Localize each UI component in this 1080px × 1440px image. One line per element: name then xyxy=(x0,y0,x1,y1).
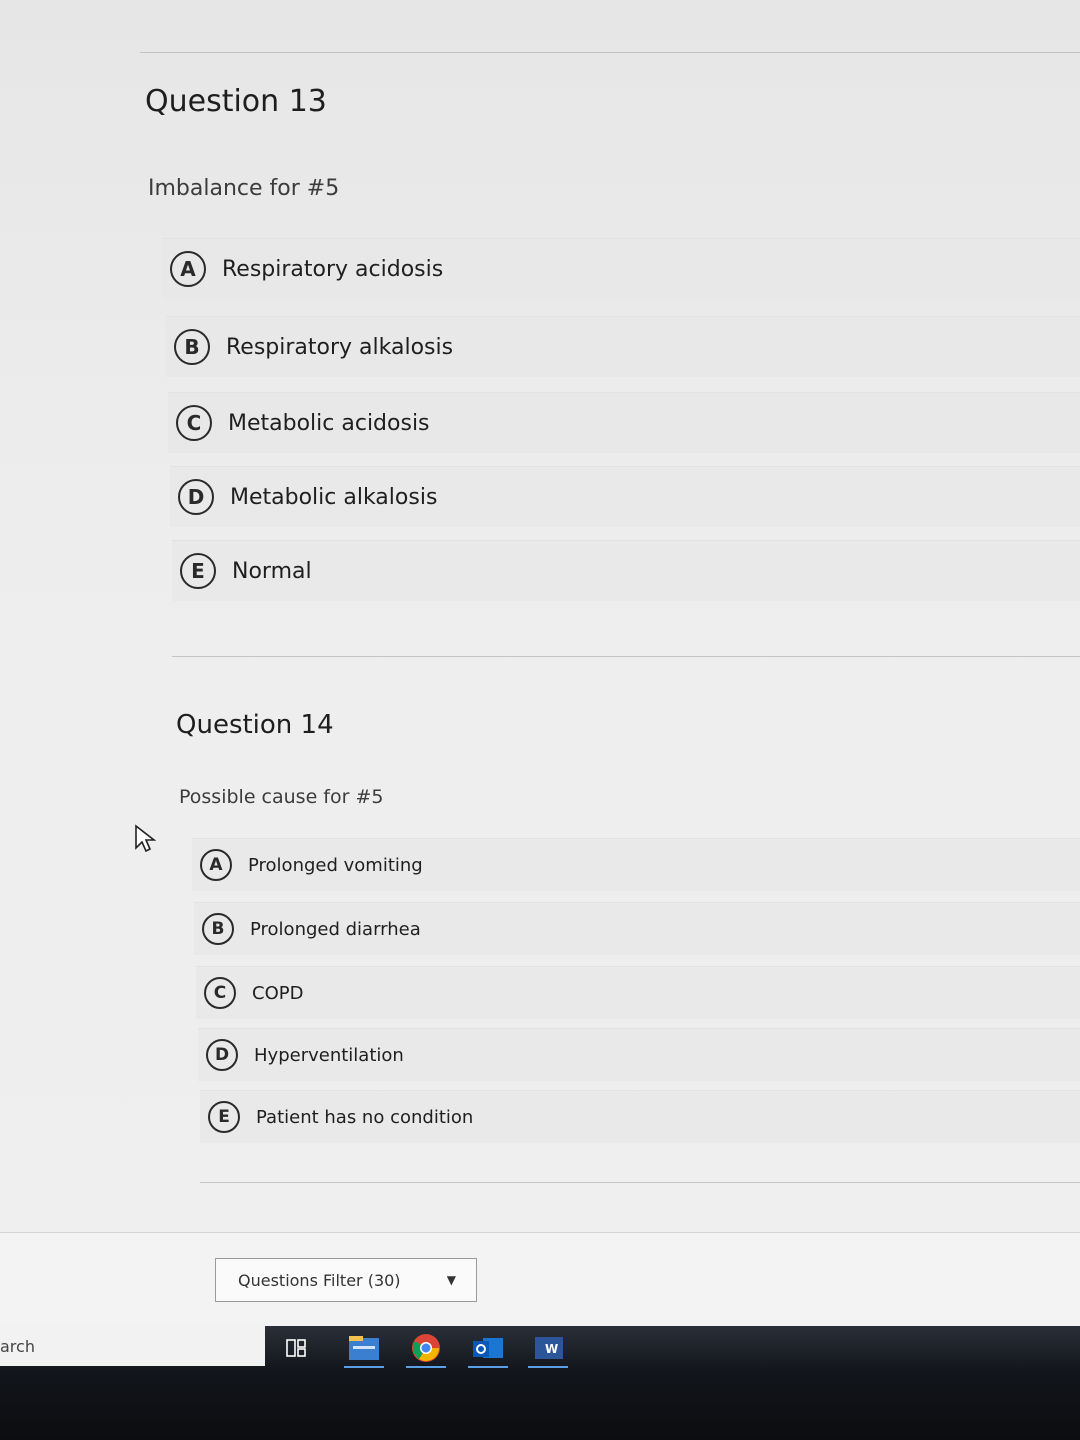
option-label: Prolonged diarrhea xyxy=(250,918,421,940)
q14-option-d[interactable]: D Hyperventilation xyxy=(198,1028,1080,1081)
option-label: Metabolic acidosis xyxy=(228,410,430,436)
option-letter-badge: E xyxy=(208,1101,240,1133)
option-letter-badge: A xyxy=(170,251,206,287)
option-label: Respiratory acidosis xyxy=(222,256,444,282)
option-label: Prolonged vomiting xyxy=(248,854,423,876)
taskbar-search-box[interactable]: arch xyxy=(0,1326,265,1366)
option-label: Patient has no condition xyxy=(256,1106,474,1128)
chrome-icon[interactable] xyxy=(406,1332,446,1368)
q14-option-c[interactable]: C COPD xyxy=(196,966,1080,1019)
q13-option-e[interactable]: E Normal xyxy=(172,540,1080,601)
option-label: COPD xyxy=(252,982,304,1004)
q13-option-d[interactable]: D Metabolic alkalosis xyxy=(170,466,1080,527)
active-indicator xyxy=(344,1366,384,1368)
active-indicator xyxy=(406,1366,446,1368)
svg-text:W: W xyxy=(545,1342,558,1356)
questions-filter-label: Questions Filter (30) xyxy=(238,1270,401,1290)
option-letter-badge: A xyxy=(200,849,232,881)
q13-option-c[interactable]: C Metabolic acidosis xyxy=(168,392,1080,453)
option-label: Respiratory alkalosis xyxy=(226,334,454,360)
option-letter-badge: D xyxy=(178,479,214,515)
option-label: Metabolic alkalosis xyxy=(230,484,438,510)
question-14-title: Question 14 xyxy=(176,710,334,740)
option-letter-badge: E xyxy=(180,553,216,589)
q14-option-e[interactable]: E Patient has no condition xyxy=(200,1090,1080,1143)
outlook-icon[interactable] xyxy=(468,1332,508,1368)
question-14-prompt: Possible cause for #5 xyxy=(179,786,384,808)
option-letter-badge: D xyxy=(206,1039,238,1071)
divider xyxy=(140,52,1080,53)
chevron-down-icon: ▼ xyxy=(446,1273,456,1287)
q13-option-b[interactable]: B Respiratory alkalosis xyxy=(166,316,1080,377)
option-letter-badge: C xyxy=(176,405,212,441)
question-13-prompt: Imbalance for #5 xyxy=(148,176,340,201)
word-icon[interactable]: W xyxy=(528,1332,568,1368)
divider xyxy=(172,656,1080,657)
quiz-footer xyxy=(0,1232,1080,1327)
option-label: Hyperventilation xyxy=(254,1044,404,1066)
active-indicator xyxy=(528,1366,568,1368)
option-letter-badge: C xyxy=(204,977,236,1009)
q13-option-a[interactable]: A Respiratory acidosis xyxy=(162,238,1080,299)
option-label: Normal xyxy=(232,558,312,584)
question-13-title: Question 13 xyxy=(145,84,327,119)
questions-filter-dropdown[interactable]: Questions Filter (30) ▼ xyxy=(215,1258,477,1302)
file-explorer-icon[interactable] xyxy=(344,1332,384,1368)
active-indicator xyxy=(468,1366,508,1368)
option-letter-badge: B xyxy=(174,329,210,365)
task-view-icon[interactable] xyxy=(276,1332,316,1364)
option-letter-badge: B xyxy=(202,913,234,945)
taskbar-search-text: arch xyxy=(0,1336,35,1356)
divider xyxy=(200,1182,1080,1183)
mouse-cursor-icon xyxy=(135,824,157,853)
q14-option-a[interactable]: A Prolonged vomiting xyxy=(192,838,1080,891)
q14-option-b[interactable]: B Prolonged diarrhea xyxy=(194,902,1080,955)
